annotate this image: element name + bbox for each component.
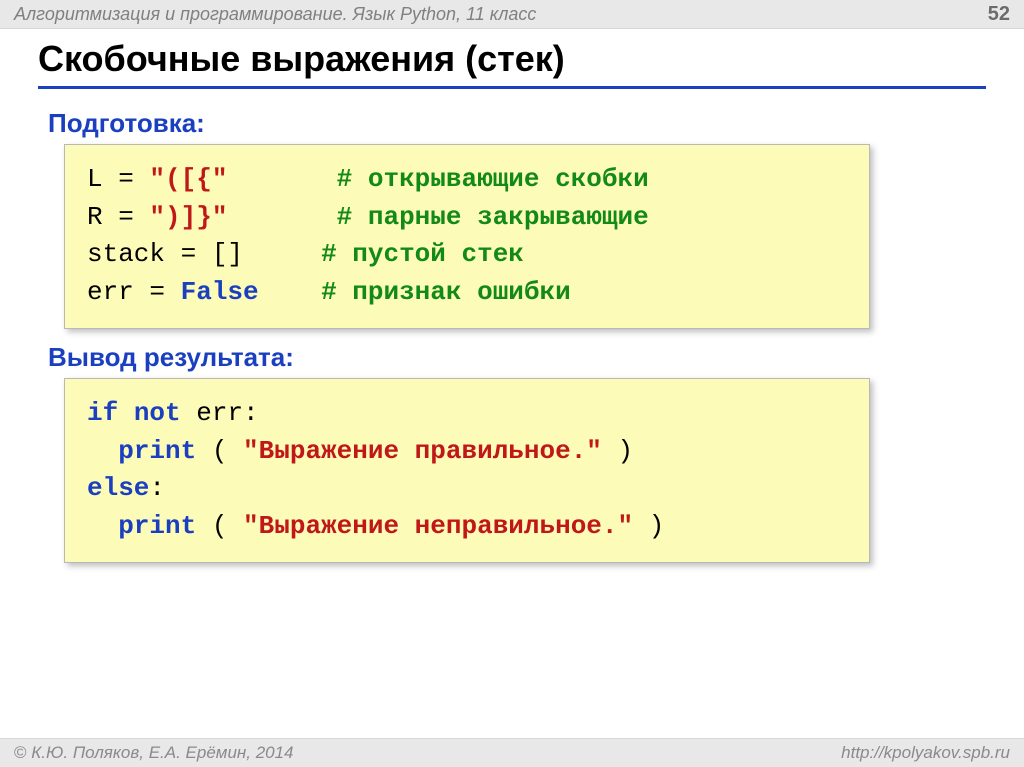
paren-open: (: [196, 511, 243, 541]
code-pad: [259, 277, 321, 307]
code-comment: # парные закрывающие: [337, 202, 649, 232]
code-indent: [87, 436, 118, 466]
course-title: Алгоритмизация и программирование. Язык …: [14, 4, 536, 25]
code-text: err:: [181, 398, 259, 428]
code-comment: # открывающие скобки: [337, 164, 649, 194]
keyword-not: not: [134, 398, 181, 428]
code-indent: [87, 511, 118, 541]
code-pad: [227, 164, 336, 194]
section-preparation: Подготовка:: [48, 108, 205, 139]
string-literal: "Выражение неправильное.": [243, 511, 633, 541]
copyright-text: К.Ю. Поляков, Е.А. Ерёмин, 2014: [14, 743, 294, 763]
slide-footer: К.Ю. Поляков, Е.А. Ерёмин, 2014 http://k…: [0, 738, 1024, 767]
keyword-if: if: [87, 398, 118, 428]
colon: :: [149, 473, 165, 503]
page-number: 52: [988, 3, 1010, 26]
list-literal: []: [212, 239, 243, 269]
paren-close: ): [633, 511, 664, 541]
fn-print: print: [118, 511, 196, 541]
string-literal: "Выражение правильное.": [243, 436, 602, 466]
string-literal: "([{": [149, 164, 227, 194]
code-text: err =: [87, 277, 181, 307]
code-comment: # пустой стек: [321, 239, 524, 269]
code-text: R =: [87, 202, 149, 232]
footer-url: http://kpolyakov.spb.ru: [841, 743, 1010, 763]
slide-header: Алгоритмизация и программирование. Язык …: [0, 0, 1024, 29]
code-comment: # признак ошибки: [321, 277, 571, 307]
code-block-preparation: L = "([{" # открывающие скобки R = ")]}"…: [64, 144, 870, 329]
fn-print: print: [118, 436, 196, 466]
paren-open: (: [196, 436, 243, 466]
keyword-else: else: [87, 473, 149, 503]
code-block-output: if not err: print ( "Выражение правильно…: [64, 378, 870, 563]
string-literal: ")]}": [149, 202, 227, 232]
keyword-false: False: [181, 277, 259, 307]
code-text: stack =: [87, 239, 212, 269]
code-pad: [227, 202, 336, 232]
paren-close: ): [602, 436, 633, 466]
section-output: Вывод результата:: [48, 342, 294, 373]
code-pad: [243, 239, 321, 269]
code-text: L =: [87, 164, 149, 194]
slide-title: Скобочные выражения (стек): [38, 38, 986, 89]
